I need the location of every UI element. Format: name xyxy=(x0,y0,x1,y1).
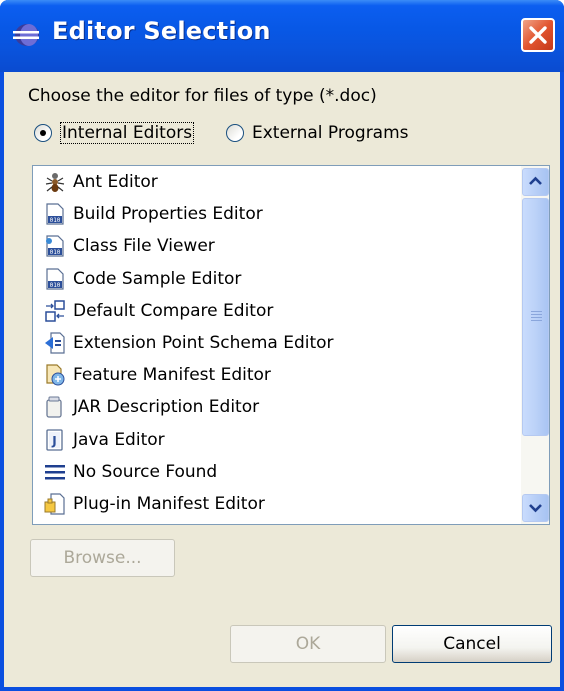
schema-icon xyxy=(45,332,65,354)
editor-label: Build Properties Editor xyxy=(73,204,263,225)
editor-label: Extension Point Schema Editor xyxy=(73,333,334,354)
editor-label: Feature Manifest Editor xyxy=(73,365,271,386)
scroll-down-button[interactable] xyxy=(522,494,549,522)
compare-icon xyxy=(45,300,65,322)
ant-icon xyxy=(45,173,65,193)
browse-button[interactable]: Browse... xyxy=(30,539,175,577)
java-file-icon: J xyxy=(46,428,63,451)
lines-icon xyxy=(45,464,65,480)
svg-text:010: 010 xyxy=(50,282,61,289)
list-item-code-sample-editor[interactable]: 010 Code Sample Editor xyxy=(33,263,521,295)
list-item-no-source-found[interactable]: No Source Found xyxy=(33,456,521,488)
list-item-build-properties-editor[interactable]: 010 Build Properties Editor xyxy=(33,198,521,230)
thumb-grip xyxy=(531,314,542,315)
plugin-icon xyxy=(44,493,65,515)
radio-external-programs[interactable]: External Programs xyxy=(226,118,409,148)
list-item-jar-description-editor[interactable]: JAR Description Editor xyxy=(33,391,521,423)
radio-label-external: External Programs xyxy=(252,123,409,143)
vertical-scrollbar[interactable] xyxy=(521,166,549,524)
binary-file-icon: 010 xyxy=(46,203,64,225)
file-type-prompt: Choose the editor for files of type (*.d… xyxy=(28,86,377,106)
radio-button-internal[interactable] xyxy=(34,124,52,142)
editor-list[interactable]: Ant Editor 010 Build Properties Editor 0… xyxy=(32,165,550,525)
chevron-up-icon xyxy=(529,176,542,185)
editor-label: Java Editor xyxy=(73,429,165,450)
editor-label: Default Compare Editor xyxy=(73,300,274,321)
cancel-button[interactable]: Cancel xyxy=(392,625,552,663)
editor-label: Ant Editor xyxy=(73,172,158,193)
scroll-thumb[interactable] xyxy=(522,198,549,436)
list-item-default-compare-editor[interactable]: Default Compare Editor xyxy=(33,295,521,327)
title-bar[interactable]: Editor Selection xyxy=(0,0,564,72)
radio-label-internal: Internal Editors xyxy=(60,122,195,144)
list-item-java-editor[interactable]: J Java Editor xyxy=(33,424,521,456)
editor-list-items: Ant Editor 010 Build Properties Editor 0… xyxy=(33,166,521,520)
list-item-ant-editor[interactable]: Ant Editor xyxy=(33,166,521,198)
editor-label: JAR Description Editor xyxy=(73,397,260,418)
class-file-icon: 010 xyxy=(46,235,64,258)
svg-text:J: J xyxy=(51,434,56,448)
list-item-feature-manifest-editor[interactable]: Feature Manifest Editor xyxy=(33,359,521,391)
editor-label: No Source Found xyxy=(73,461,218,482)
radio-button-external[interactable] xyxy=(226,124,244,142)
thumb-grip xyxy=(531,311,542,312)
svg-text:010: 010 xyxy=(50,217,61,224)
list-item-class-file-viewer[interactable]: 010 Class File Viewer xyxy=(33,230,521,262)
close-icon xyxy=(529,26,547,44)
list-item-extension-point-schema-editor[interactable]: Extension Point Schema Editor xyxy=(33,327,521,359)
list-item-plug-in-manifest-editor[interactable]: Plug-in Manifest Editor xyxy=(33,488,521,520)
close-button[interactable] xyxy=(521,18,555,52)
jar-icon xyxy=(46,396,62,419)
radio-internal-editors[interactable]: Internal Editors xyxy=(34,118,195,148)
binary-file-icon: 010 xyxy=(46,268,64,290)
feature-icon xyxy=(46,364,65,386)
svg-text:010: 010 xyxy=(50,249,61,256)
chevron-down-icon xyxy=(529,504,542,513)
eclipse-icon xyxy=(13,24,39,46)
editor-selection-dialog: Editor Selection Choose the editor for f… xyxy=(0,0,564,691)
editor-label: Code Sample Editor xyxy=(73,268,242,289)
thumb-grip xyxy=(531,320,542,321)
dialog-title: Editor Selection xyxy=(52,17,271,45)
scroll-up-button[interactable] xyxy=(522,168,549,196)
ok-button[interactable]: OK xyxy=(230,625,386,663)
editor-label: Class File Viewer xyxy=(73,236,215,257)
editor-label: Plug-in Manifest Editor xyxy=(73,493,265,514)
thumb-grip xyxy=(531,317,542,318)
